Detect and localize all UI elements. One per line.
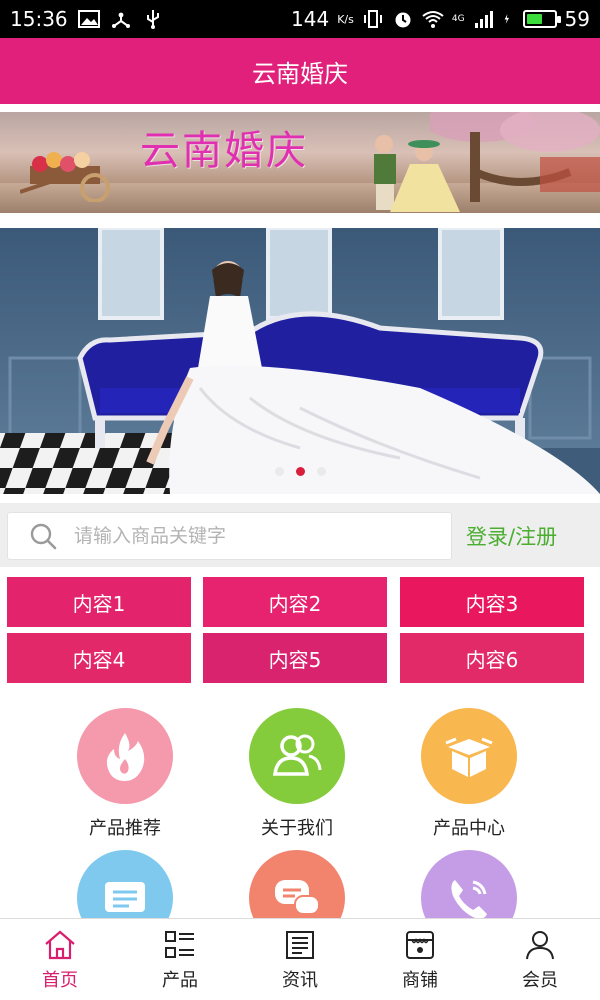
vibrate-icon	[363, 10, 382, 28]
content-button-6[interactable]: 内容6	[400, 633, 584, 683]
header-bar: 云南婚庆	[0, 38, 600, 104]
menu-item-product-center[interactable]: 产品中心	[394, 708, 544, 840]
menu-item-about-us[interactable]: 关于我们	[222, 708, 372, 840]
menu-item-product-recommend[interactable]: 产品推荐	[50, 708, 200, 840]
search-icon	[30, 523, 57, 550]
shop-icon	[406, 930, 434, 959]
battery-icon	[522, 10, 561, 28]
menu-label: 产品中心	[433, 818, 505, 839]
nav-label: 会员	[522, 969, 558, 991]
usb-connection-icon	[111, 12, 130, 28]
carousel-dot-active[interactable]	[295, 467, 305, 476]
carousel-dot[interactable]	[316, 467, 326, 476]
user-icon	[526, 930, 554, 959]
charging-icon	[504, 14, 509, 24]
tree-image	[430, 112, 600, 202]
menu-label: 关于我们	[261, 818, 333, 839]
box-icon	[421, 708, 517, 804]
search-field[interactable]	[7, 512, 452, 560]
wifi-icon	[422, 11, 444, 28]
network-speed-unit: K/s	[337, 12, 354, 26]
nav-label: 商铺	[402, 969, 438, 991]
nav-home[interactable]: 首页	[0, 919, 120, 1000]
users-icon	[249, 708, 345, 804]
content-button-2[interactable]: 内容2	[203, 577, 387, 627]
news-icon	[286, 930, 314, 959]
nav-label: 资讯	[282, 969, 318, 991]
status-time: 15:36	[10, 7, 68, 31]
battery-level: 59	[564, 7, 590, 31]
menu-label: 产品推荐	[89, 818, 161, 839]
network-speed: 144	[291, 7, 330, 31]
carousel-banner[interactable]	[0, 228, 600, 494]
content-button-3[interactable]: 内容3	[400, 577, 584, 627]
status-bar: 15:36 144 K/s 4G 59	[0, 0, 600, 38]
nav-products[interactable]: 产品	[120, 919, 240, 1000]
flower-cart-image	[20, 152, 110, 202]
search-input[interactable]	[74, 525, 414, 547]
nav-news[interactable]: 资讯	[240, 919, 360, 1000]
nav-member[interactable]: 会员	[480, 919, 600, 1000]
nav-shop[interactable]: 商铺	[360, 919, 480, 1000]
search-bar: 登录/注册	[0, 503, 600, 567]
page-title: 云南婚庆	[252, 59, 348, 88]
alarm-icon	[395, 12, 411, 28]
bride-sofa-image	[0, 228, 600, 494]
login-register-link[interactable]: 登录/注册	[466, 521, 557, 551]
home-icon	[45, 930, 75, 959]
grid-list-icon	[165, 930, 194, 958]
nav-label: 产品	[162, 969, 198, 991]
carousel-dot[interactable]	[274, 467, 284, 476]
content-button-4[interactable]: 内容4	[7, 633, 191, 683]
usb-icon	[146, 10, 159, 29]
fire-icon	[77, 708, 173, 804]
content-button-5[interactable]: 内容5	[203, 633, 387, 683]
banner-overlay-text: 云南婚庆	[140, 128, 308, 174]
nav-label: 首页	[42, 969, 78, 991]
bottom-navigation: 首页 产品 资讯 商铺 会员	[0, 918, 600, 1000]
content-button-1[interactable]: 内容1	[7, 577, 191, 627]
signal-icon	[474, 11, 493, 28]
gallery-icon	[77, 10, 100, 28]
network-type: 4G	[451, 14, 465, 24]
battery-fill	[526, 14, 542, 24]
carousel-indicators	[0, 467, 600, 476]
